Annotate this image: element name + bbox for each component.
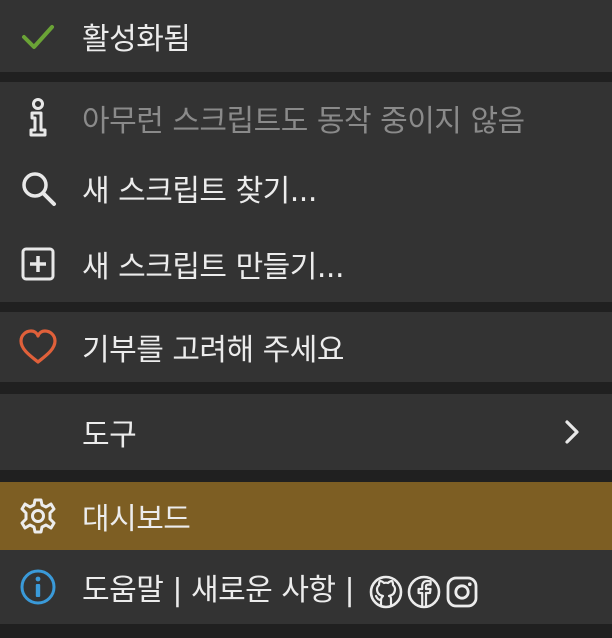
check-icon (18, 16, 58, 56)
help-line: 도움말 | 새로운 사항 | (82, 565, 479, 609)
help-links-label[interactable]: 도움말 | 새로운 사항 | (82, 573, 355, 608)
create-script-label: 새 스크립트 만들기... (82, 250, 344, 285)
create-script-item[interactable]: 새 스크립트 만들기... (0, 228, 612, 300)
extension-popup-menu: 활성화됨 아무런 스크립트도 동작 중이지 않음 새 스크립트 찾기... 새 … (0, 0, 612, 638)
dashboard-label: 대시보드 (82, 502, 191, 537)
tools-label: 도구 (82, 418, 137, 453)
find-scripts-item[interactable]: 새 스크립트 찾기... (0, 152, 612, 224)
facebook-icon[interactable] (407, 575, 441, 609)
donate-item[interactable]: 기부를 고려해 주세요 (0, 312, 612, 382)
chevron-right-icon (565, 420, 579, 444)
no-scripts-item: 아무런 스크립트도 동작 중이지 않음 (0, 82, 612, 154)
info-circle-icon (18, 567, 58, 607)
search-icon (18, 168, 58, 208)
tools-submenu[interactable]: 도구 (0, 394, 612, 470)
gear-icon (18, 496, 58, 536)
dashboard-item[interactable]: 대시보드 (0, 482, 612, 550)
enabled-toggle[interactable]: 활성화됨 (0, 0, 612, 72)
heart-icon (18, 327, 58, 367)
donate-label: 기부를 고려해 주세요 (82, 333, 344, 368)
info-icon (18, 98, 58, 138)
find-scripts-label: 새 스크립트 찾기... (82, 174, 317, 209)
enabled-label: 활성화됨 (82, 22, 191, 57)
instagram-icon[interactable] (445, 575, 479, 609)
github-icon[interactable] (369, 575, 403, 609)
help-item: 도움말 | 새로운 사항 | (0, 552, 612, 622)
no-scripts-label: 아무런 스크립트도 동작 중이지 않음 (82, 104, 525, 139)
plus-square-icon (18, 244, 58, 284)
